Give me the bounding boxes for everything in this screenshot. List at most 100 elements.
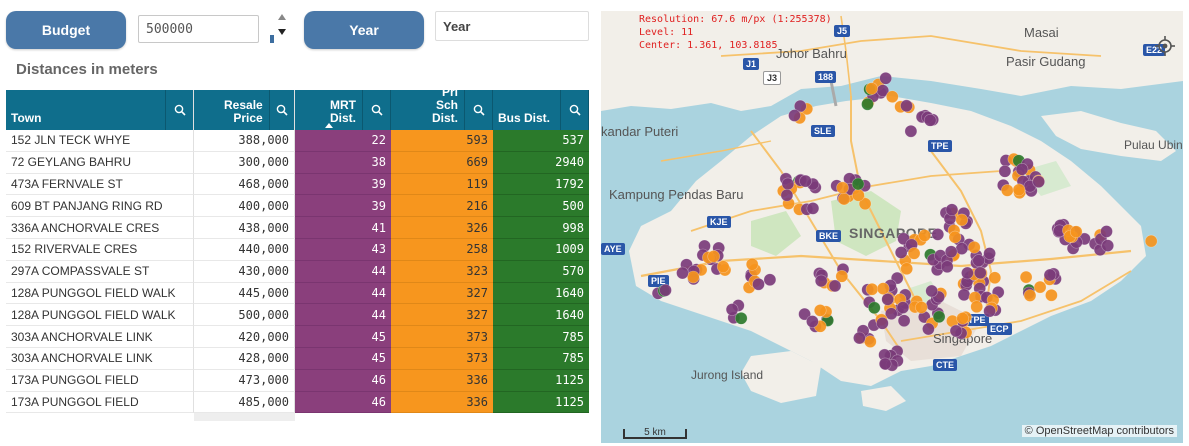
map-marker[interactable]: [659, 283, 672, 297]
map-marker[interactable]: [896, 301, 910, 314]
search-icon[interactable]: [165, 90, 193, 130]
search-icon[interactable]: [560, 90, 588, 130]
map-marker[interactable]: [852, 188, 865, 202]
map-marker[interactable]: [707, 250, 720, 263]
map-marker[interactable]: [1032, 175, 1046, 188]
map-marker[interactable]: [828, 279, 842, 293]
map-marker[interactable]: [876, 316, 889, 330]
search-icon[interactable]: [268, 90, 294, 130]
map-marker[interactable]: [1012, 183, 1026, 197]
map-marker[interactable]: [780, 188, 794, 202]
map-marker[interactable]: [863, 335, 877, 348]
map-marker[interactable]: [806, 202, 820, 215]
map-marker[interactable]: [687, 270, 700, 284]
map-marker[interactable]: [836, 181, 849, 195]
year-button[interactable]: Year: [304, 11, 424, 49]
map-marker[interactable]: [907, 247, 921, 260]
map-marker[interactable]: [972, 254, 986, 267]
map-marker[interactable]: [998, 165, 1012, 178]
map-marker[interactable]: [867, 301, 881, 315]
search-icon[interactable]: [464, 90, 492, 130]
map-marker[interactable]: [1000, 184, 1014, 197]
budget-stepper[interactable]: [270, 11, 292, 47]
map-marker[interactable]: [813, 304, 827, 317]
map-marker[interactable]: [956, 312, 969, 325]
map-marker[interactable]: [745, 258, 759, 271]
table-row[interactable]: 173A PUNGGOL FIELD 485,000 46 336 1125: [6, 391, 589, 414]
map-marker[interactable]: [1033, 280, 1047, 294]
map-marker[interactable]: [904, 124, 918, 138]
map-marker[interactable]: [734, 311, 748, 325]
map-marker[interactable]: [944, 245, 958, 258]
map-marker[interactable]: [725, 303, 739, 316]
map-marker[interactable]: [865, 82, 879, 95]
map-marker[interactable]: [1043, 268, 1057, 282]
map-marker[interactable]: [955, 213, 969, 227]
map-marker[interactable]: [932, 310, 946, 324]
map-marker[interactable]: [716, 260, 730, 273]
budget-input[interactable]: 500000: [138, 15, 259, 43]
map-marker[interactable]: [865, 282, 879, 296]
table-row[interactable]: 173A PUNGGOL FIELD 473,000 46 336 1125: [6, 369, 589, 392]
table-row[interactable]: 72 GEYLANG BAHRU 300,000 38 669 2940: [6, 151, 589, 174]
map-marker[interactable]: [961, 266, 974, 280]
table-row[interactable]: 303A ANCHORVALE LINK 420,000 45 373 785: [6, 326, 589, 348]
map-marker[interactable]: [879, 72, 893, 85]
map-marker[interactable]: [861, 97, 874, 111]
map-attribution[interactable]: © OpenStreetMap contributors: [1021, 425, 1177, 437]
map-marker[interactable]: [940, 260, 954, 273]
map-marker[interactable]: [814, 274, 828, 288]
map-marker[interactable]: [983, 247, 996, 260]
year-select[interactable]: Year: [435, 11, 589, 41]
map-marker[interactable]: [900, 99, 913, 113]
table-row[interactable]: 152 RIVERVALE CRES 440,000 43 258 1009: [6, 238, 589, 261]
table-row[interactable]: 336A ANCHORVALE CRES 438,000 41 326 998: [6, 217, 589, 239]
map-marker[interactable]: [900, 262, 914, 276]
map-marker[interactable]: [788, 109, 801, 122]
stepper-down-icon[interactable]: [278, 29, 286, 35]
header-town[interactable]: Town: [6, 90, 194, 130]
map-marker[interactable]: [853, 331, 866, 345]
map-marker[interactable]: [1144, 234, 1158, 248]
map-marker[interactable]: [949, 324, 963, 338]
search-icon[interactable]: [362, 90, 390, 130]
budget-button[interactable]: Budget: [6, 11, 126, 49]
map-marker[interactable]: [918, 229, 931, 242]
map-marker[interactable]: [931, 228, 945, 241]
map-marker[interactable]: [970, 300, 984, 314]
table-row[interactable]: 609 BT PANJANG RING RD 400,000 39 216 500: [6, 195, 589, 218]
map-marker[interactable]: [885, 90, 899, 103]
map-marker[interactable]: [1019, 270, 1033, 284]
map-marker[interactable]: [948, 230, 962, 244]
map-marker[interactable]: [763, 273, 777, 287]
map-marker[interactable]: [1023, 289, 1037, 302]
map-marker[interactable]: [1101, 239, 1115, 252]
map-marker[interactable]: [923, 114, 937, 127]
header-bus[interactable]: Bus Dist.: [493, 90, 589, 130]
map-marker[interactable]: [957, 288, 971, 302]
map-marker[interactable]: [799, 174, 812, 188]
map-marker[interactable]: [851, 177, 865, 191]
map-marker[interactable]: [806, 315, 819, 328]
map-marker[interactable]: [1069, 225, 1083, 238]
map-marker[interactable]: [1045, 288, 1058, 302]
map-marker[interactable]: [876, 282, 890, 295]
map-marker[interactable]: [894, 246, 908, 259]
map-marker[interactable]: [925, 284, 939, 298]
map-marker[interactable]: [881, 293, 895, 306]
map-marker[interactable]: [915, 301, 928, 314]
map-marker[interactable]: [955, 242, 969, 255]
header-price[interactable]: Resale Price: [194, 90, 295, 130]
table-row[interactable]: 297A COMPASSVALE ST 430,000 44 323 570: [6, 260, 589, 283]
map-marker[interactable]: [967, 241, 981, 254]
table-row[interactable]: 473A FERNVALE ST 468,000 39 119 1792: [6, 173, 589, 196]
stepper-up-icon[interactable]: [278, 14, 286, 20]
header-pri[interactable]: Pri Sch Dist.: [391, 86, 493, 130]
map-marker[interactable]: [781, 177, 795, 191]
map-view[interactable]: Resolution: 67.6 m/px (1:255378) Level: …: [601, 11, 1183, 443]
map-marker[interactable]: [878, 357, 892, 371]
table-row[interactable]: 128A PUNGGOL FIELD WALK 500,000 44 327 1640: [6, 304, 589, 327]
map-marker[interactable]: [1015, 163, 1029, 176]
map-marker[interactable]: [1100, 225, 1113, 238]
map-marker[interactable]: [983, 304, 996, 318]
